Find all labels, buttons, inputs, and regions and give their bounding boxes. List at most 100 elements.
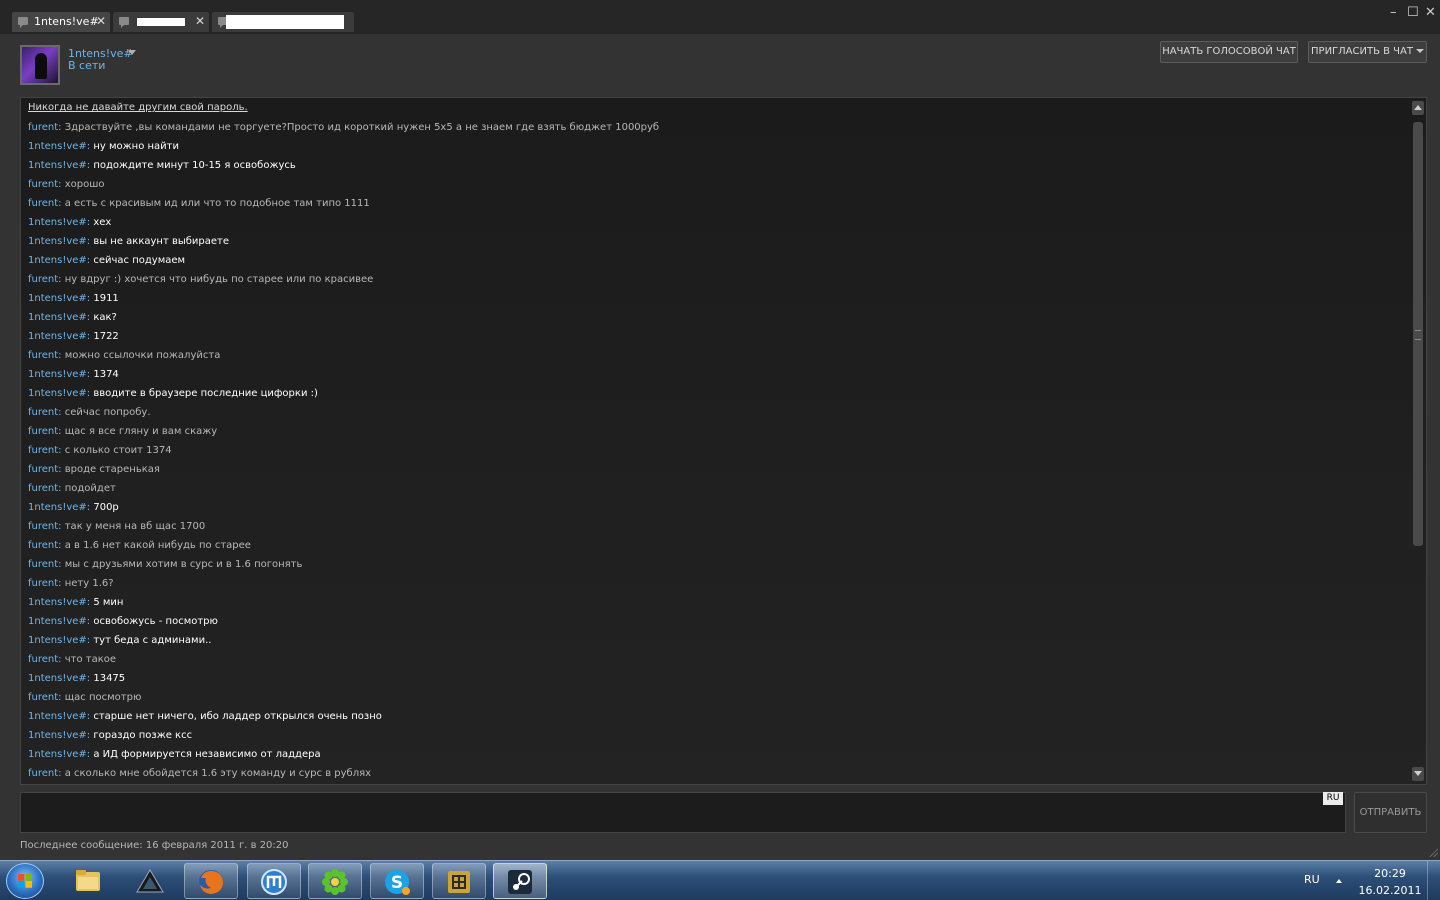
show-desktop-button[interactable]	[1427, 861, 1440, 900]
message-sender[interactable]: furent	[28, 768, 58, 779]
chat-message: furent: подойдет	[28, 482, 1398, 501]
language-indicator[interactable]: RU	[1304, 873, 1320, 886]
folder-icon	[76, 870, 100, 891]
taskbar-skype[interactable]: S	[370, 863, 424, 899]
chat-message: furent: вроде старенькая	[28, 463, 1398, 482]
message-sender[interactable]: 1ntens!ve#	[28, 388, 87, 399]
invite-label: ПРИГЛАСИТЬ В ЧАТ	[1311, 46, 1413, 57]
chat-message: 1ntens!ve#: вы не аккаунт выбираете	[28, 235, 1398, 254]
close-icon[interactable]: ✕	[1425, 5, 1436, 20]
message-text: ну вдруг :) хочется что нибудь по старее…	[64, 274, 374, 285]
icq-icon	[322, 869, 348, 895]
start-button[interactable]	[6, 863, 44, 899]
firefox-icon	[199, 870, 223, 894]
message-sender[interactable]: 1ntens!ve#	[28, 616, 87, 627]
tab-redacted-2[interactable]	[212, 12, 354, 32]
chat-message: 1ntens!ve#: 1911	[28, 292, 1398, 311]
scroll-thumb[interactable]	[1413, 122, 1423, 546]
taskbar-game[interactable]	[432, 863, 486, 899]
message-sender[interactable]: furent	[28, 445, 58, 456]
message-text: щас я все гляну и вам скажу	[64, 426, 218, 437]
message-sender[interactable]: furent	[28, 559, 58, 570]
aimp-icon	[136, 869, 164, 893]
message-text: 5 мин	[93, 597, 124, 608]
tab-1ntensive[interactable]: 1ntens!ve# ✕	[12, 12, 110, 32]
message-sender[interactable]: 1ntens!ve#	[28, 730, 87, 741]
tab-close-icon[interactable]: ✕	[195, 14, 205, 28]
taskbar-steam[interactable]	[493, 863, 547, 899]
message-sender[interactable]: 1ntens!ve#	[28, 673, 87, 684]
message-sender[interactable]: furent	[28, 179, 58, 190]
maximize-icon[interactable]: ☐	[1407, 5, 1419, 20]
taskbar-icq[interactable]	[308, 863, 362, 899]
clock-time[interactable]: 20:29	[1358, 867, 1422, 880]
message-sender[interactable]: 1ntens!ve#	[28, 369, 87, 380]
message-sender[interactable]: furent	[28, 274, 58, 285]
tray-expand-icon[interactable]	[1336, 879, 1342, 883]
message-sender[interactable]: 1ntens!ve#	[28, 597, 87, 608]
scrollbar[interactable]	[1412, 101, 1424, 781]
taskbar-maxthon[interactable]	[247, 863, 301, 899]
message-sender[interactable]: furent	[28, 540, 58, 551]
scroll-down-icon[interactable]	[1412, 767, 1424, 781]
redacted-label	[137, 18, 185, 26]
message-text: гораздо позже ксс	[93, 730, 193, 741]
message-list: furent: Здраствуйте ,вы командами не тор…	[28, 121, 1398, 784]
message-sender[interactable]: 1ntens!ve#	[28, 331, 87, 342]
chat-message: 1ntens!ve#: гораздо позже ксс	[28, 729, 1398, 748]
tab-close-icon[interactable]: ✕	[96, 14, 106, 28]
message-sender[interactable]: 1ntens!ve#	[28, 217, 87, 228]
message-sender[interactable]: furent	[28, 122, 58, 133]
password-warning[interactable]: Никогда не давайте другим свой пароль.	[28, 102, 248, 113]
chevron-down-icon[interactable]	[128, 50, 136, 55]
message-text: вводите в браузере последние цифорки :)	[93, 388, 318, 399]
message-sender[interactable]: furent	[28, 654, 58, 665]
message-sender[interactable]: 1ntens!ve#	[28, 141, 87, 152]
message-text: освобожусь - посмотрю	[93, 616, 218, 627]
chat-message: furent: нету 1.6?	[28, 577, 1398, 596]
message-sender[interactable]: 1ntens!ve#	[28, 749, 87, 760]
clock-date[interactable]: 16.02.2011	[1358, 884, 1422, 897]
resize-grip-icon[interactable]	[1428, 847, 1438, 857]
taskbar-firefox[interactable]	[184, 863, 238, 899]
message-text: нету 1.6?	[64, 578, 114, 589]
chevron-down-icon	[1415, 49, 1424, 53]
message-sender[interactable]: furent	[28, 198, 58, 209]
message-sender[interactable]: furent	[28, 483, 58, 494]
message-sender[interactable]: furent	[28, 407, 58, 418]
message-sender[interactable]: furent	[28, 578, 58, 589]
message-sender[interactable]: 1ntens!ve#	[28, 255, 87, 266]
message-text: вы не аккаунт выбираете	[93, 236, 230, 247]
message-sender[interactable]: 1ntens!ve#	[28, 635, 87, 646]
message-sender[interactable]: 1ntens!ve#	[28, 711, 87, 722]
message-sender[interactable]: 1ntens!ve#	[28, 236, 87, 247]
avatar[interactable]	[20, 45, 60, 85]
steam-icon	[508, 870, 532, 894]
chat-message: furent: ну вдруг :) хочется что нибудь п…	[28, 273, 1398, 292]
message-sender[interactable]: furent	[28, 350, 58, 361]
message-sender[interactable]: furent	[28, 464, 58, 475]
message-sender[interactable]: 1ntens!ve#	[28, 312, 87, 323]
chat-message: 1ntens!ve#: подождите минут 10-15 я осво…	[28, 159, 1398, 178]
message-sender[interactable]: furent	[28, 692, 58, 703]
tab-redacted-1[interactable]: ✕	[113, 12, 209, 32]
message-sender[interactable]: 1ntens!ve#	[28, 293, 87, 304]
scroll-up-icon[interactable]	[1412, 101, 1424, 115]
svg-text:S: S	[391, 873, 403, 893]
message-text: что такое	[64, 654, 117, 665]
message-sender[interactable]: 1ntens!ve#	[28, 160, 87, 171]
message-sender[interactable]: furent	[28, 521, 58, 532]
message-sender[interactable]: furent	[28, 426, 58, 437]
minimize-icon[interactable]: –	[1390, 5, 1397, 20]
taskbar-explorer[interactable]	[62, 863, 116, 899]
friend-status: В сети	[68, 59, 106, 72]
send-button[interactable]: ОТПРАВИТЬ	[1354, 792, 1427, 833]
avatar-figure	[35, 53, 47, 79]
taskbar-aimp[interactable]	[124, 863, 178, 899]
message-sender[interactable]: 1ntens!ve#	[28, 502, 87, 513]
chat-message: 1ntens!ve#: хех	[28, 216, 1398, 235]
invite-to-chat-button[interactable]: ПРИГЛАСИТЬ В ЧАТ	[1308, 41, 1427, 63]
chat-message: 1ntens!ve#: 5 мин	[28, 596, 1398, 615]
message-input[interactable]	[20, 792, 1346, 833]
start-voice-chat-button[interactable]: НАЧАТЬ ГОЛОСОВОЙ ЧАТ	[1160, 41, 1298, 63]
